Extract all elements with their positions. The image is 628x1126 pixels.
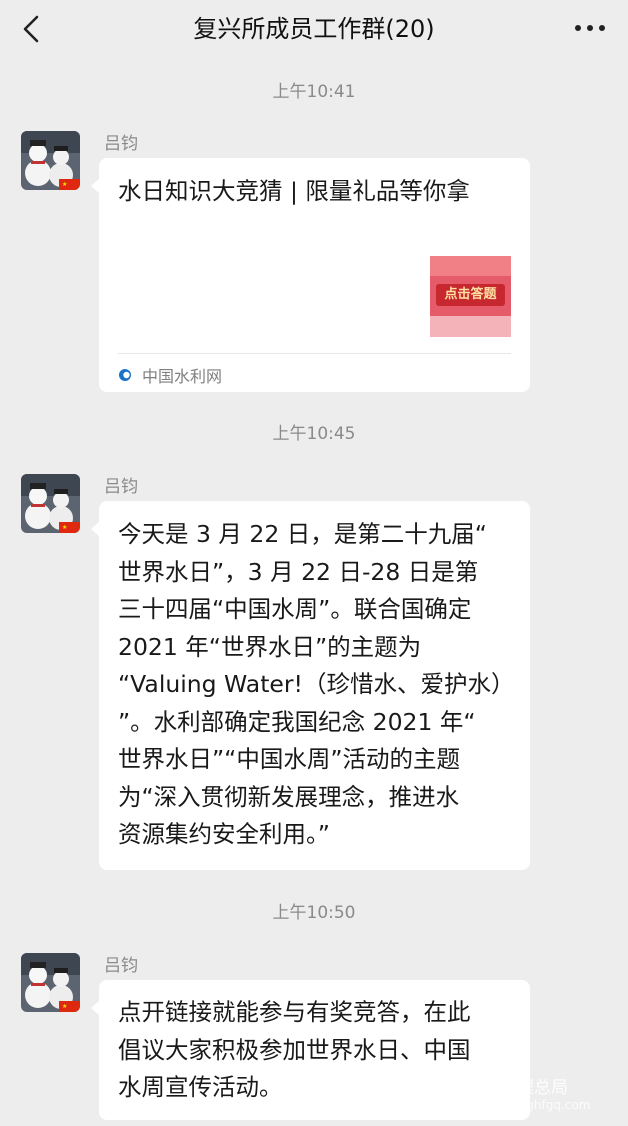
timestamp: 上午10:45 bbox=[272, 424, 356, 444]
sender-name: 吕钧 bbox=[104, 956, 138, 976]
message-text: 今天是 3 月 22 日，是第二十九届“ 世界水日”，3 月 22 日-28 日… bbox=[118, 520, 515, 848]
timestamp: 上午10:50 bbox=[272, 903, 356, 923]
divider bbox=[118, 353, 511, 354]
thumb-label: 点击答题 bbox=[444, 287, 497, 302]
message-bubble[interactable]: 今天是 3 月 22 日，是第二十九届“ 世界水日”，3 月 22 日-28 日… bbox=[91, 501, 530, 870]
card-source: 中国水利网 bbox=[118, 362, 222, 388]
message-bubble[interactable]: 点开链接就能参与有奖竞答，在此 倡议大家积极参加世界水日、中国 水周宣传活动。 bbox=[91, 980, 530, 1120]
watermark-url: zghfgq.com bbox=[520, 1098, 591, 1112]
watermark: 管理总局 bbox=[500, 1078, 568, 1098]
card-title: 水日知识大竞猜 | 限量礼品等你拿 bbox=[118, 177, 470, 205]
avatar[interactable]: ★ bbox=[21, 953, 80, 1012]
source-name: 中国水利网 bbox=[142, 367, 223, 386]
link-card[interactable]: 水日知识大竞猜 | 限量礼品等你拿 点击答题 中国水利网 bbox=[91, 158, 530, 392]
sender-name: 吕钧 bbox=[104, 134, 138, 154]
timestamp: 上午10:41 bbox=[272, 82, 356, 102]
message-text: 点开链接就能参与有奖竞答，在此 倡议大家积极参加世界水日、中国 水周宣传活动。 bbox=[118, 998, 471, 1101]
more-button[interactable] bbox=[570, 16, 610, 40]
sender-name: 吕钧 bbox=[104, 477, 138, 497]
chat-title: 复兴所成员工作群(20) bbox=[193, 15, 435, 43]
card-thumbnail: 点击答题 bbox=[430, 256, 511, 337]
avatar[interactable]: ★ bbox=[21, 474, 80, 533]
svg-text:★: ★ bbox=[62, 1003, 67, 1010]
svg-text:★: ★ bbox=[62, 181, 67, 188]
ellipsis-icon bbox=[575, 25, 605, 31]
source-logo-icon bbox=[119, 369, 131, 381]
top-bar: 复兴所成员工作群(20) bbox=[0, 0, 628, 64]
svg-text:★: ★ bbox=[62, 524, 67, 531]
avatar[interactable]: ★ bbox=[21, 131, 80, 190]
